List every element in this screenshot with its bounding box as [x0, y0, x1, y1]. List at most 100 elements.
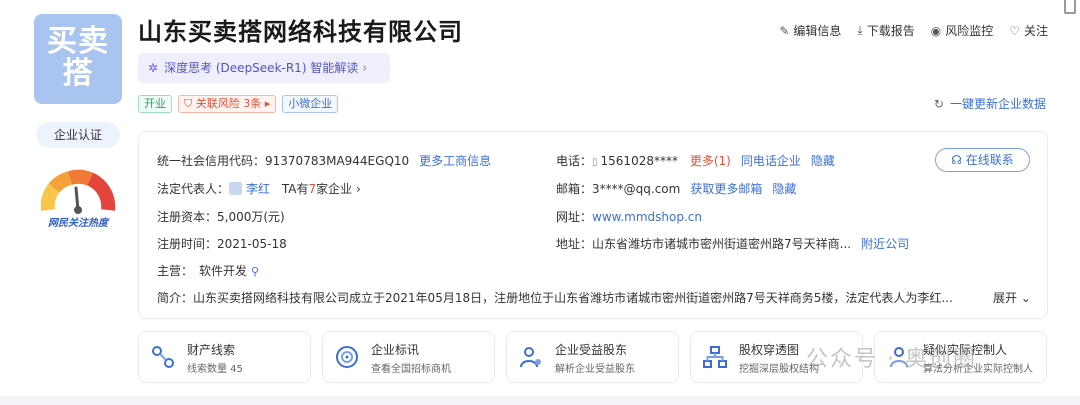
- legal-rep-row: 法定代表人： 李红 TA有7家企业 ›: [157, 180, 361, 197]
- intro-label: 简介：: [157, 291, 194, 305]
- capital-label: 注册资本：: [157, 210, 218, 224]
- card-subtitle: 解析企业受益股东: [555, 364, 635, 375]
- download-icon: ⤓: [857, 23, 863, 37]
- phone-value: 1561028****: [600, 154, 678, 168]
- address-row: 地址：山东省潍坊市诸城市密州街道密州路7号天祥商... 附近公司: [556, 235, 909, 252]
- website-row: 网址：www.mmdshop.cn: [556, 208, 702, 225]
- refresh-label: 一键更新企业数据: [949, 97, 1046, 111]
- header-actions: ✎ 编辑信息 ⤓ 下载报告 ◉ 风险监控 ♡ 关注: [779, 22, 1048, 39]
- card-subtitle: 查看全国招标商机: [371, 364, 451, 375]
- legal-rep-extra-pre: TA有: [281, 182, 309, 196]
- risk-monitor-label: 风险监控: [945, 24, 994, 38]
- hide-email-link[interactable]: 隐藏: [772, 182, 796, 196]
- chevron-down-icon: ⌄: [1017, 291, 1031, 305]
- card-property-clues[interactable]: 财产线索 线索数量 45: [138, 331, 311, 383]
- avatar: [229, 182, 243, 195]
- company-logo: 买卖 搭: [34, 14, 122, 104]
- company-name: 山东买卖搭网络科技有限公司: [138, 18, 463, 46]
- eye-icon: ◉: [930, 23, 942, 38]
- refresh-icon: ↻: [933, 97, 944, 111]
- download-report-label: 下载报告: [866, 24, 915, 38]
- reg-date-label: 注册时间：: [157, 237, 218, 251]
- reg-date-row: 注册时间：2021-05-18: [157, 235, 287, 252]
- expand-intro-button[interactable]: 展开 ⌄: [989, 289, 1031, 306]
- credit-code-value: 91370783MA944EGQ10: [265, 154, 410, 168]
- refresh-data-button[interactable]: ↻ 一键更新企业数据: [934, 95, 1046, 112]
- phone-label: 电话：: [556, 154, 593, 168]
- bottom-divider: [0, 396, 1080, 405]
- caret-right-icon: ▸: [261, 97, 271, 110]
- follow-button[interactable]: ♡ 关注: [1009, 22, 1048, 39]
- address-value: 山东省潍坊市诸城市密州街道密州路7号天祥商...: [592, 237, 852, 251]
- logo-text-line2: 搭: [62, 56, 94, 91]
- website-link[interactable]: www.mmdshop.cn: [592, 210, 702, 224]
- chevron-right-icon: ›: [352, 182, 361, 196]
- credit-code-label: 统一社会信用代码：: [157, 154, 266, 168]
- shield-icon: ⛉: [184, 97, 196, 110]
- heat-gauge-icon: [40, 169, 116, 214]
- risk-monitor-button[interactable]: ◉ 风险监控: [931, 22, 994, 39]
- phone-icon: ▯: [592, 157, 598, 168]
- email-label: 邮箱：: [556, 182, 593, 196]
- card-title: 企业标讯: [371, 343, 420, 357]
- reg-date-value: 2021-05-18: [217, 237, 287, 251]
- org-chart-icon: [703, 346, 727, 368]
- intro-text: 山东买卖搭网络科技有限公司成立于2021年05月18日，注册地位于山东省潍坊市诸…: [193, 291, 953, 305]
- card-beneficial-owners[interactable]: 企业受益股东 解析企业受益股东: [506, 331, 679, 383]
- legal-rep-extra-post: 家企业: [316, 182, 353, 196]
- expand-label: 展开: [993, 291, 1018, 305]
- target-icon: [336, 346, 358, 368]
- legal-rep-count: 7: [308, 182, 317, 196]
- logo-text-line1: 买卖: [47, 24, 109, 59]
- business-row: 主营： 软件开发 ⚲: [157, 262, 259, 279]
- corner-bracket-icon: [1064, 0, 1076, 14]
- capital-row: 注册资本：5,000万(元): [157, 208, 285, 225]
- online-contact-button[interactable]: ☊ 在线联系: [935, 148, 1030, 172]
- intro-row: 简介：山东买卖搭网络科技有限公司成立于2021年05月18日，注册地位于山东省潍…: [157, 289, 1029, 306]
- capital-value: 5,000万(元): [217, 210, 285, 224]
- edit-info-label: 编辑信息: [793, 24, 842, 38]
- watermark: 公众号 · 奥创圈: [806, 347, 977, 372]
- ai-insight-button[interactable]: ✲ 深度思考 (DeepSeek-R1) 智能解读 ›: [138, 53, 390, 83]
- more-phones-label: 更多: [689, 154, 714, 168]
- legal-rep-link[interactable]: 李红: [246, 182, 270, 196]
- email-row: 邮箱：3****@qq.com 获取更多邮箱 隐藏: [556, 180, 796, 197]
- business-label: 主营：: [157, 264, 194, 278]
- nearby-companies-link[interactable]: 附近公司: [861, 237, 909, 251]
- card-title: 股权穿透图: [739, 343, 800, 357]
- more-phones-link[interactable]: 更多(1): [690, 154, 731, 168]
- nodes-icon: [152, 346, 174, 368]
- legal-rep-label: 法定代表人：: [157, 182, 230, 196]
- edit-info-button[interactable]: ✎ 编辑信息: [779, 22, 841, 39]
- card-title: 企业受益股东: [555, 343, 628, 357]
- business-value: 软件开发: [199, 264, 248, 278]
- heart-icon: ♡: [1009, 23, 1020, 38]
- status-tags: 开业 ⛉ 关联风险 3条 ▸ 小微企业: [138, 95, 339, 113]
- person-icon: [520, 347, 541, 368]
- legal-rep-companies[interactable]: TA有7家企业 ›: [282, 182, 361, 196]
- same-phone-link[interactable]: 同电话企业: [741, 154, 801, 168]
- website-label: 网址：: [556, 210, 593, 224]
- more-business-link[interactable]: 更多工商信息: [419, 154, 491, 168]
- card-title: 财产线索: [187, 343, 236, 357]
- info-panel: 统一社会信用代码：91370783MA944EGQ10 更多工商信息 法定代表人：…: [138, 131, 1048, 319]
- search-icon[interactable]: ⚲: [251, 265, 259, 278]
- certify-button[interactable]: 企业认证: [36, 122, 120, 148]
- follow-label: 关注: [1023, 24, 1048, 38]
- credit-code-row: 统一社会信用代码：91370783MA944EGQ10 更多工商信息: [157, 152, 491, 169]
- ai-insight-label: 深度思考 (DeepSeek-R1) 智能解读: [164, 61, 359, 75]
- tag-related-risk-label: 关联风险 3条: [195, 97, 262, 110]
- more-phones-count: (1): [713, 154, 731, 168]
- download-report-button[interactable]: ⤓ 下载报告: [857, 22, 914, 39]
- pencil-icon: ✎: [779, 23, 790, 38]
- tag-open: 开业: [138, 95, 172, 113]
- ai-sparkle-icon: ✲: [148, 61, 159, 75]
- headset-icon: ☊: [951, 153, 966, 167]
- more-email-link[interactable]: 获取更多邮箱: [690, 182, 762, 196]
- heat-label: 网民关注热度: [48, 218, 108, 229]
- address-label: 地址：: [556, 237, 593, 251]
- email-value: 3****@qq.com: [592, 182, 681, 196]
- tag-related-risk[interactable]: ⛉ 关联风险 3条 ▸: [178, 95, 277, 113]
- hide-phone-link[interactable]: 隐藏: [811, 154, 835, 168]
- card-bid-news[interactable]: 企业标讯 查看全国招标商机: [322, 331, 495, 383]
